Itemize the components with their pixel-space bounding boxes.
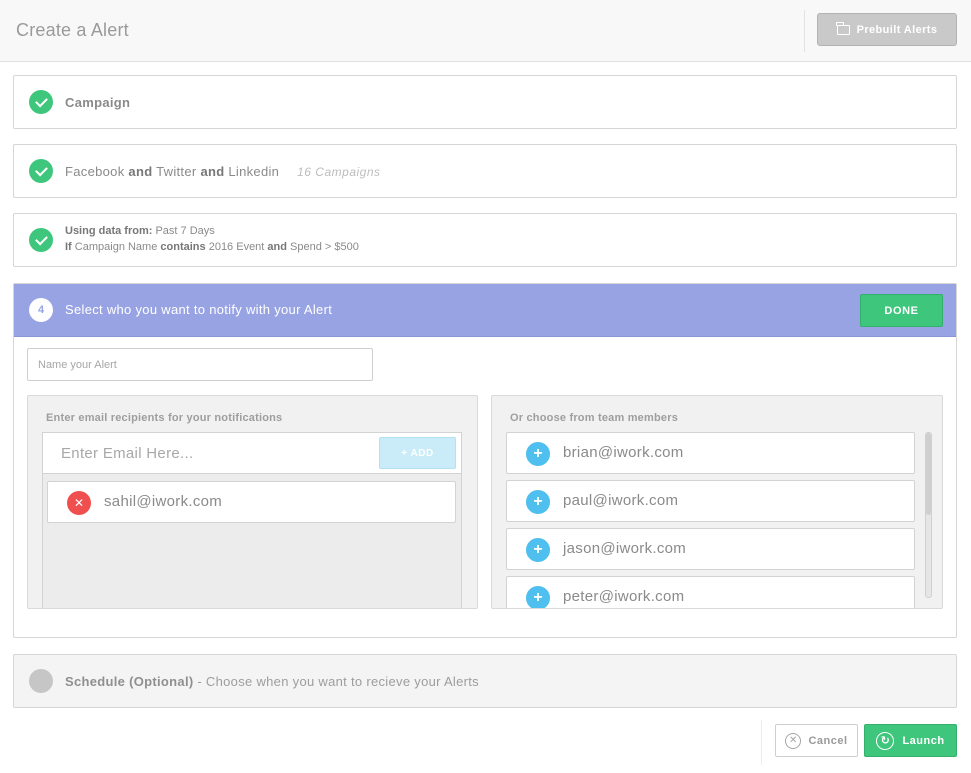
and-text: and (128, 164, 153, 179)
check-icon (29, 228, 53, 252)
team-member-email: peter@iwork.com (563, 588, 685, 605)
pending-step-icon (29, 669, 53, 693)
email-recipients-title: Enter email recipients for your notifica… (46, 412, 283, 424)
team-member-item[interactable]: + jason@iwork.com (506, 528, 915, 570)
team-member-email: jason@iwork.com (563, 540, 687, 557)
add-email-button[interactable]: + ADD (379, 437, 456, 469)
folder-icon (836, 21, 850, 35)
step-notify-label: Select who you want to notify with your … (65, 302, 333, 317)
team-members-panel: Or choose from team members + brian@iwor… (491, 395, 943, 609)
add-member-icon[interactable]: + (526, 490, 550, 514)
step-networks[interactable]: Facebook and Twitter and Linkedin 16 Cam… (13, 144, 957, 198)
and-text: and (200, 164, 225, 179)
step-campaign[interactable]: Campaign (13, 75, 957, 129)
data-range-label: Using data from: (65, 225, 153, 237)
close-icon: ✕ (785, 732, 802, 749)
condition-operator: contains (160, 241, 206, 253)
data-range-line: Using data from: Past 7 Days (65, 225, 215, 237)
team-member-email: paul@iwork.com (563, 492, 679, 509)
step-notify: 4 Select who you want to notify with you… (13, 283, 957, 638)
check-icon (29, 90, 53, 114)
step-networks-label: Facebook and Twitter and Linkedin 16 Cam… (65, 164, 381, 179)
recipient-email: sahil@iwork.com (104, 493, 223, 510)
condition-value: 2016 Event (208, 241, 265, 253)
step-notify-header: 4 Select who you want to notify with you… (14, 284, 956, 337)
email-recipients-box: + ADD ✕ sahil@iwork.com (42, 432, 462, 608)
network-twitter: Twitter (156, 164, 197, 179)
team-member-item[interactable]: + peter@iwork.com (506, 576, 915, 608)
step-schedule-label: Schedule (Optional) - Choose when you wa… (65, 674, 479, 689)
team-members-scrollbar[interactable] (925, 432, 932, 598)
team-member-item[interactable]: + paul@iwork.com (506, 480, 915, 522)
page-header: Create a Alert Prebuilt Alerts (0, 0, 971, 62)
schedule-title: Schedule (Optional) (65, 674, 194, 689)
condition-field: Campaign Name (74, 241, 158, 253)
email-recipients-panel: Enter email recipients for your notifica… (27, 395, 478, 609)
condition-spend: Spend > $500 (290, 241, 359, 253)
recipient-item: ✕ sahil@iwork.com (47, 481, 456, 523)
prebuilt-alerts-label: Prebuilt Alerts (856, 23, 938, 36)
step-number-badge: 4 (29, 298, 53, 322)
launch-icon: ↻ (876, 731, 895, 750)
data-range-value: Past 7 Days (155, 225, 215, 237)
page-title: Create a Alert (16, 20, 129, 40)
add-member-icon[interactable]: + (526, 538, 550, 562)
launch-button[interactable]: ↻ Launch (864, 724, 957, 757)
step-campaign-label: Campaign (65, 95, 131, 110)
header-divider (804, 10, 805, 52)
add-member-icon[interactable]: + (526, 586, 550, 608)
prebuilt-alerts-button[interactable]: Prebuilt Alerts (817, 13, 957, 46)
team-member-email: brian@iwork.com (563, 444, 684, 461)
team-member-item[interactable]: + brian@iwork.com (506, 432, 915, 474)
schedule-desc: - Choose when you want to recieve your A… (193, 674, 479, 689)
and-text: and (267, 241, 287, 253)
network-linkedin: Linkedin (228, 164, 280, 179)
remove-icon[interactable]: ✕ (67, 491, 91, 515)
step-schedule[interactable]: Schedule (Optional) - Choose when you wa… (13, 654, 957, 708)
cancel-button[interactable]: ✕ Cancel (775, 724, 858, 757)
condition-line: If Campaign Name contains 2016 Event and… (65, 241, 359, 253)
check-icon (29, 159, 53, 183)
step-conditions[interactable]: Using data from: Past 7 Days If Campaign… (13, 213, 957, 267)
add-member-icon[interactable]: + (526, 442, 550, 466)
campaign-count: 16 Campaigns (297, 165, 381, 179)
network-facebook: Facebook (65, 164, 125, 179)
if-label: If (65, 241, 72, 253)
done-button[interactable]: DONE (860, 294, 943, 327)
launch-label: Launch (902, 734, 945, 747)
scrollbar-thumb[interactable] (926, 433, 931, 515)
email-entry-row: + ADD (43, 433, 461, 474)
cancel-label: Cancel (808, 734, 848, 747)
footer-divider (761, 720, 762, 765)
email-input[interactable] (43, 433, 373, 473)
team-members-title: Or choose from team members (510, 412, 679, 424)
alert-name-input[interactable] (27, 348, 373, 381)
